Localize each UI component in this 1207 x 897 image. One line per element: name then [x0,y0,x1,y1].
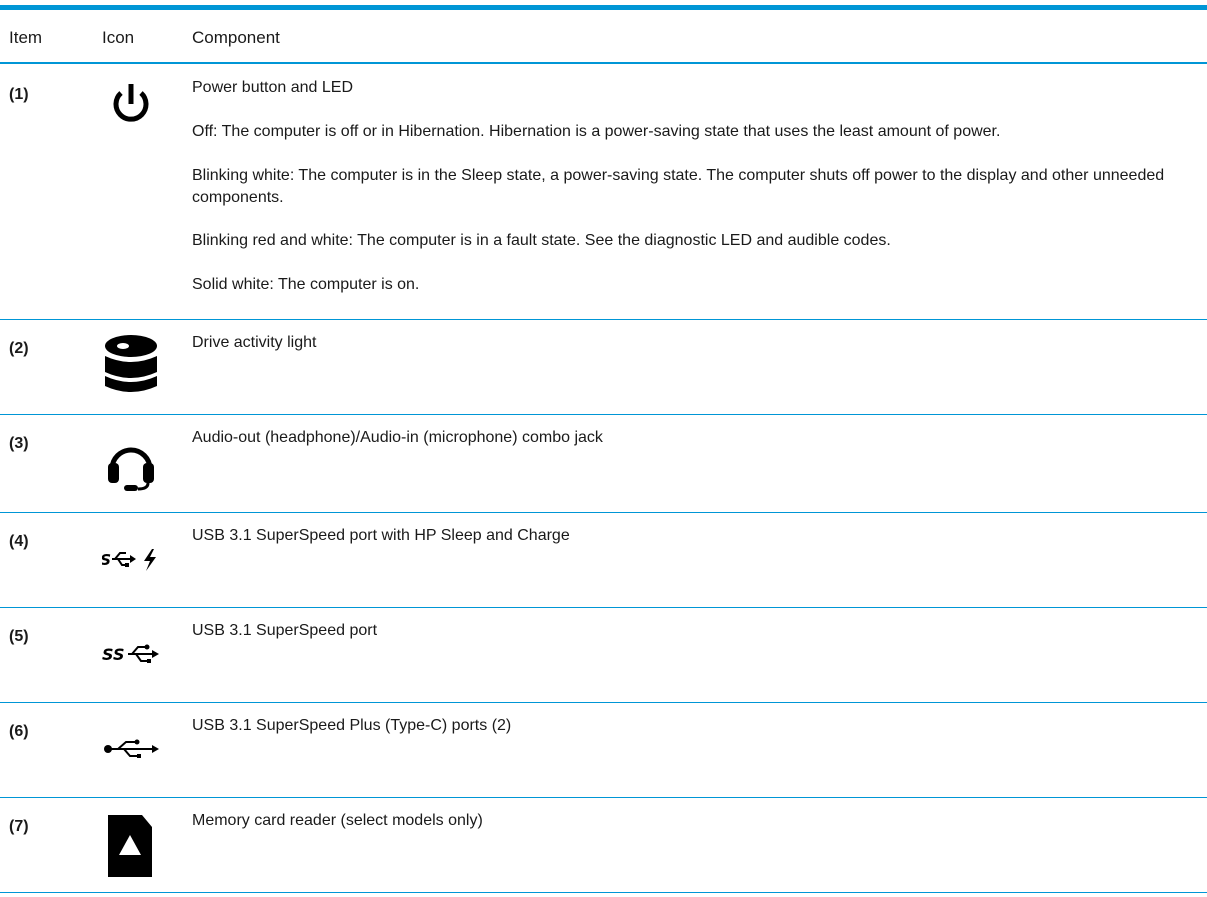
paragraph: Off: The computer is off or in Hibernati… [192,123,1001,140]
table-row: (5) SS USB 3.1 SuperSpeed port [0,608,1207,702]
paragraph: Blinking white: The computer is in the S… [192,167,1165,206]
paragraph: USB 3.1 SuperSpeed port [192,622,378,639]
item-number: (1) [9,86,29,103]
paragraph: Drive activity light [192,334,317,351]
usb-superspeed-icon: SS [102,638,160,694]
header-item: Item [9,28,43,47]
table-row: (6) USB 3.1 SuperSpeed Plus (Type-C) por… [0,703,1207,797]
power-icon [102,84,160,140]
paragraph: Power button and LED [192,79,353,96]
table-row: (2) Drive activity light [0,320,1207,414]
item-number: (4) [9,533,29,550]
item-number: (3) [9,435,29,452]
header-icon: Icon [102,28,135,47]
svg-text:SS: SS [102,551,111,569]
table-row: (4) SS USB 3.1 SuperSpeed port with HP S… [0,513,1207,607]
row-rule [0,892,1207,893]
usb-superspeed-charge-icon: SS [90,543,160,599]
header-component: Component [192,28,280,47]
svg-text:SS: SS [102,645,124,664]
drive-activity-icon [102,334,160,392]
table-row: (7) Memory card reader (select models on… [0,798,1207,892]
table-row: (3) Audio-out (headphone)/Audio-in (micr… [0,415,1207,512]
paragraph: Audio-out (headphone)/Audio-in (micropho… [192,429,603,446]
headset-icon [102,439,160,495]
usb-icon [102,733,160,789]
paragraph: USB 3.1 SuperSpeed port with HP Sleep an… [192,527,570,544]
table-header: Item Icon Component [0,10,1207,64]
item-number: (6) [9,723,29,740]
table-row: (1) Power button and LED Off: The comput… [0,64,1207,319]
paragraph: Memory card reader (select models only) [192,812,483,829]
paragraph: Blinking red and white: The computer is … [192,232,891,249]
item-number: (7) [9,818,29,835]
item-number: (2) [9,340,29,357]
memory-card-icon [102,813,160,877]
item-number: (5) [9,628,29,645]
paragraph: USB 3.1 SuperSpeed Plus (Type-C) ports (… [192,717,512,734]
paragraph: Solid white: The computer is on. [192,276,420,293]
